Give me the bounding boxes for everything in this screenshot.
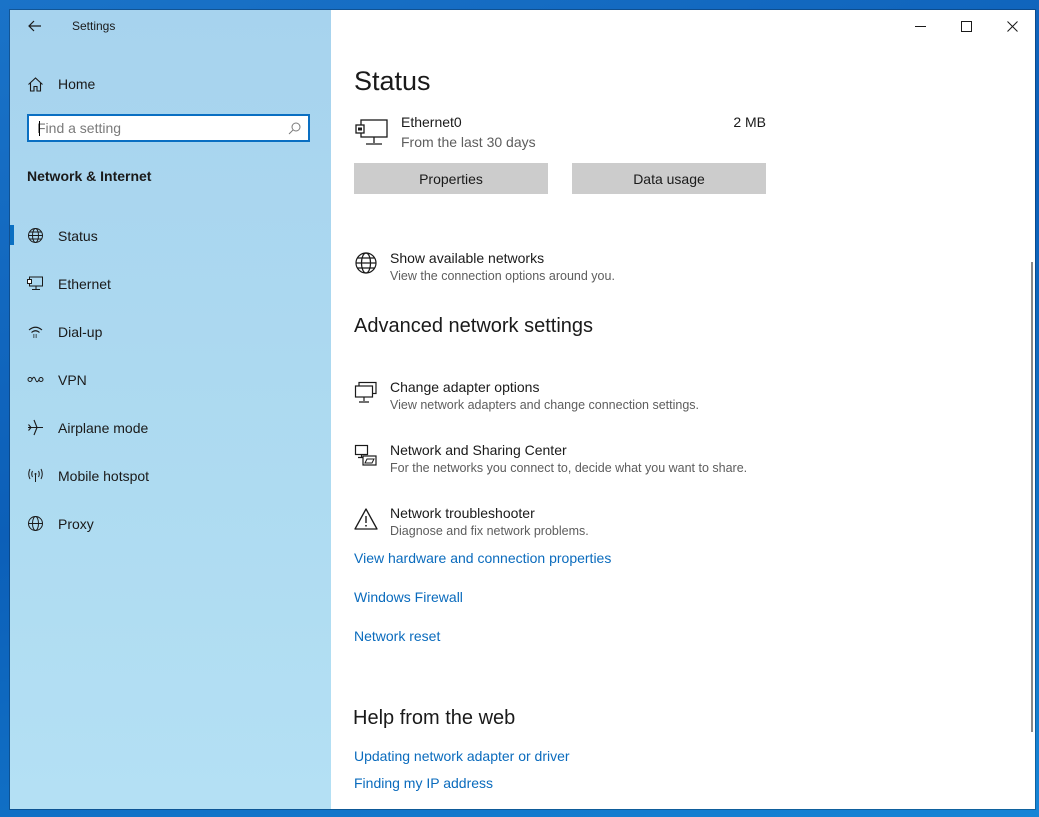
ethernet-icon [27, 276, 43, 290]
search-input[interactable] [37, 118, 277, 138]
search-icon[interactable] [288, 122, 301, 135]
search-box[interactable] [27, 114, 310, 142]
adapter-icon [354, 381, 377, 403]
data-usage-button[interactable]: Data usage [572, 163, 766, 194]
change-adapter-options[interactable]: Change adapter options View network adap… [354, 379, 994, 423]
sidebar-item-label: Proxy [58, 516, 94, 532]
data-usage-value: 2 MB [733, 114, 766, 130]
show-available-networks[interactable]: Show available networks View the connect… [354, 250, 994, 294]
setting-title: Network and Sharing Center [390, 442, 567, 458]
adapter-driver-link[interactable]: Updating network adapter or driver [354, 748, 570, 764]
page-title: Status [354, 66, 431, 96]
setting-description: View network adapters and change connect… [390, 398, 699, 412]
sidebar: Settings Home Network & Internet [10, 10, 331, 809]
network-troubleshooter[interactable]: Network troubleshooter Diagnose and fix … [354, 505, 994, 549]
minimize-icon [914, 25, 926, 27]
sidebar-item-label: Mobile hotspot [58, 468, 150, 484]
sidebar-item-dial-up[interactable]: Dial-up [10, 312, 331, 360]
settings-window: Settings Home Network & Internet [10, 10, 1035, 809]
dial-up-icon [28, 326, 43, 338]
setting-title: Network troubleshooter [390, 505, 535, 521]
title-bar: Settings [10, 10, 331, 42]
sidebar-item-label: Airplane mode [58, 420, 149, 436]
setting-description: Diagnose and fix network problems. [390, 524, 589, 538]
close-icon [1006, 20, 1018, 32]
sidebar-item-airplane-mode[interactable]: Airplane mode [10, 408, 331, 456]
maximize-icon [960, 20, 972, 32]
minimize-button[interactable] [897, 10, 943, 42]
sidebar-item-label: Ethernet [58, 276, 111, 292]
close-button[interactable] [989, 10, 1035, 42]
vpn-icon [27, 376, 44, 383]
selection-indicator [10, 225, 14, 245]
home-icon [28, 77, 43, 92]
sidebar-item-status[interactable]: Status [10, 216, 331, 264]
setting-description: View the connection options around you. [390, 269, 615, 283]
network-sharing-center[interactable]: Network and Sharing Center For the netwo… [354, 442, 994, 486]
advanced-settings-heading: Advanced network settings [354, 315, 594, 337]
setting-description: For the networks you connect to, decide … [390, 461, 748, 475]
setting-title: Change adapter options [390, 379, 540, 395]
airplane-icon [28, 419, 43, 436]
sidebar-item-proxy[interactable]: Proxy [10, 504, 331, 552]
warning-icon [354, 508, 378, 530]
back-button[interactable] [22, 14, 48, 38]
section-title: Network & Internet [27, 168, 152, 184]
window-controls [897, 10, 1035, 42]
sharing-center-icon [354, 444, 377, 466]
sidebar-item-home[interactable]: Home [10, 68, 331, 100]
home-label: Home [58, 76, 96, 92]
view-hardware-link[interactable]: View hardware and connection properties [354, 550, 611, 566]
ethernet-icon [355, 119, 388, 145]
nav-list: Status Ethernet Dial-up VPN Airplane mod… [10, 216, 331, 552]
app-title: Settings [72, 19, 116, 33]
sidebar-item-label: VPN [58, 372, 87, 388]
scrollbar[interactable] [1031, 262, 1033, 732]
connection-status: Ethernet0 From the last 30 days 2 MB [354, 114, 774, 158]
ip-address-link[interactable]: Finding my IP address [354, 775, 493, 791]
globe-icon [28, 516, 43, 531]
network-reset-link[interactable]: Network reset [354, 628, 440, 644]
back-arrow-icon [28, 20, 41, 32]
globe-icon [355, 252, 377, 274]
setting-title: Show available networks [390, 250, 545, 266]
text-caret [39, 121, 40, 136]
main-content: Status Ethernet0 From the last 30 days 2… [331, 10, 1035, 809]
status-globe-icon [28, 228, 43, 243]
hotspot-icon [28, 468, 43, 482]
sidebar-item-mobile-hotspot[interactable]: Mobile hotspot [10, 456, 331, 504]
connection-name: Ethernet0 [401, 114, 462, 130]
properties-button[interactable]: Properties [354, 163, 548, 194]
sidebar-item-vpn[interactable]: VPN [10, 360, 331, 408]
windows-firewall-link[interactable]: Windows Firewall [354, 589, 463, 605]
sidebar-item-label: Status [58, 228, 98, 244]
connection-period: From the last 30 days [401, 134, 536, 150]
help-heading: Help from the web [353, 707, 516, 729]
sidebar-item-ethernet[interactable]: Ethernet [10, 264, 331, 312]
sidebar-item-label: Dial-up [58, 324, 103, 340]
maximize-button[interactable] [943, 10, 989, 42]
